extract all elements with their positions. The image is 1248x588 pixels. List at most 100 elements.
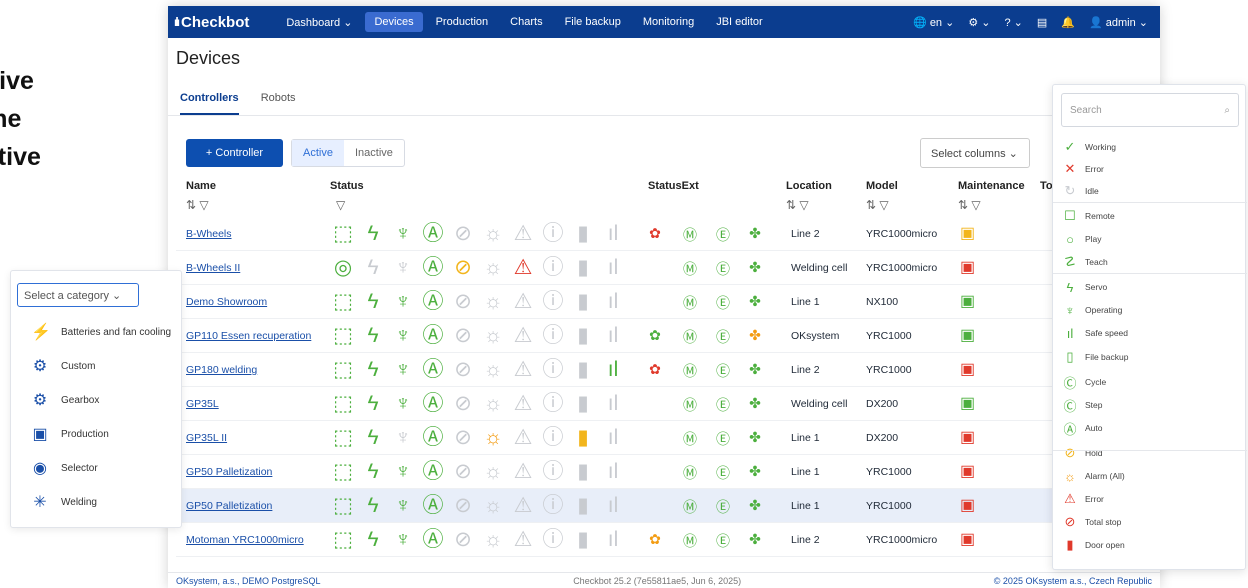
device-name-link[interactable]: GP110 Essen recuperation: [186, 330, 311, 342]
device-name-link[interactable]: Motoman YRC1000micro: [186, 534, 304, 546]
table-row[interactable]: Motoman YRC1000micro ⬚ ϟ ♆ Ⓐ ⊘ ☼ ⚠ ⓘ ▮ ıl ✿ Ⓜ Ⓔ ✤ Line …: [176, 523, 1052, 557]
status-option[interactable]: ○ Play: [1063, 228, 1101, 250]
status-option[interactable]: ⊘ Total stop: [1063, 511, 1122, 533]
device-name-link[interactable]: GP50 Palletization: [186, 500, 272, 512]
maintenance-icon[interactable]: ▣: [960, 427, 975, 447]
table-row[interactable]: GP180 welding ⬚ ϟ ♆ Ⓐ ⊘ ☼ ⚠ ⓘ ▮ ıl ✿ Ⓜ Ⓔ ✤ Line 2 YRC100…: [176, 353, 1052, 387]
maintenance-icon[interactable]: ▣: [960, 257, 975, 277]
column-statusext[interactable]: StatusExt: [648, 180, 699, 192]
mode-m-icon: Ⓜ: [683, 227, 697, 243]
select-columns-dropdown[interactable]: Select columns ⌄: [920, 138, 1030, 168]
category-item-custom[interactable]: ⚙ Custom: [17, 349, 183, 383]
nav-monitoring[interactable]: Monitoring: [634, 12, 703, 32]
docs-icon[interactable]: ▤: [1037, 16, 1047, 29]
gearbox-status-icon: ✿: [649, 327, 661, 343]
hold-icon: ⊘: [454, 392, 472, 415]
inactive-toggle[interactable]: Inactive: [344, 140, 404, 166]
device-model: YRC1000: [866, 500, 912, 512]
tab-controllers[interactable]: Controllers: [180, 88, 239, 115]
status-option-label: Step: [1085, 400, 1103, 410]
footer-left[interactable]: OKsystem, a.s., DEMO PostgreSQL: [176, 576, 321, 586]
bell-icon[interactable]: 🔔: [1061, 16, 1075, 29]
user-menu[interactable]: 👤 admin ⌄: [1089, 16, 1148, 29]
language-selector[interactable]: 🌐 en ⌄: [913, 16, 954, 29]
maintenance-icon[interactable]: ▣: [960, 325, 975, 345]
table-row[interactable]: GP35L ⬚ ϟ ♆ Ⓐ ⊘ ☼ ⚠ ⓘ ▮ ıl Ⓜ Ⓔ ✤ Welding cell DX200 ▣: [176, 387, 1052, 421]
column-to[interactable]: To: [1040, 180, 1053, 192]
nav-file-backup[interactable]: File backup: [556, 12, 630, 32]
tab-robots[interactable]: Robots: [261, 88, 296, 115]
device-name-link[interactable]: GP180 welding: [186, 364, 257, 376]
status-option[interactable]: ☐ Remote: [1063, 205, 1115, 227]
status-option[interactable]: ☼ Alarm (All): [1063, 465, 1125, 487]
status-option[interactable]: ▯ File backup: [1063, 346, 1128, 368]
active-toggle[interactable]: Active: [292, 140, 344, 166]
sort-filter-icon[interactable]: ⇅ ▽: [186, 198, 209, 212]
nav-devices[interactable]: Devices: [365, 12, 423, 32]
status-option[interactable]: ⚠ Error: [1063, 488, 1104, 510]
maintenance-icon[interactable]: ▣: [960, 291, 975, 311]
category-item-production[interactable]: ▣ Production: [17, 417, 183, 451]
table-row[interactable]: GP35L II ⬚ ϟ ♆ Ⓐ ⊘ ☼ ⚠ ⓘ ▮ ıl Ⓜ Ⓔ ✤ Line 1 DX200 ▣: [176, 421, 1052, 455]
status-option[interactable]: ▮ Door open: [1063, 534, 1124, 556]
alarm-icon: ☼: [1064, 468, 1076, 484]
device-name-link[interactable]: GP35L II: [186, 432, 227, 444]
device-name-link[interactable]: B-Wheels: [186, 228, 232, 240]
status-option[interactable]: ⊘ Hold: [1063, 442, 1103, 464]
nav-dashboard[interactable]: Dashboard ⌄: [277, 12, 361, 33]
operating-icon: ♆: [1065, 302, 1075, 318]
category-item-selector[interactable]: ◉ Selector: [17, 451, 183, 485]
settings-icon[interactable]: ⚙ ⌄: [968, 16, 990, 29]
table-row[interactable]: B-Wheels ⬚ ϟ ♆ Ⓐ ⊘ ☼ ⚠ ⓘ ▮ ıl ✿ Ⓜ Ⓔ ✤ Line 2 YRC1000micr…: [176, 217, 1052, 251]
status-option[interactable]: Ⓐ Auto: [1063, 417, 1102, 439]
device-name-link[interactable]: Demo Showroom: [186, 296, 267, 308]
column-location[interactable]: Location: [786, 180, 832, 192]
status-option[interactable]: ıl Safe speed: [1063, 322, 1128, 344]
category-select[interactable]: Select a category ⌄: [17, 283, 139, 307]
status-option[interactable]: Ⓒ Cycle: [1063, 371, 1106, 393]
column-name[interactable]: Name: [186, 180, 216, 192]
sort-filter-icon[interactable]: ⇅ ▽: [958, 198, 981, 212]
status-option[interactable]: ✕ Error: [1063, 158, 1104, 180]
table-row[interactable]: B-Wheels II ◎ ϟ ♆ Ⓐ ⊘ ☼ ⚠ ⓘ ▮ ıl Ⓜ Ⓔ ✤ Welding cell YRC…: [176, 251, 1052, 285]
nav-charts[interactable]: Charts: [501, 12, 551, 32]
nav-production[interactable]: Production: [427, 12, 498, 32]
table-row[interactable]: GP50 Palletization ⬚ ϟ ♆ Ⓐ ⊘ ☼ ⚠ ⓘ ▮ ıl Ⓜ Ⓔ ✤ Line 1 YR…: [176, 489, 1052, 523]
table-row[interactable]: GP50 Palletization ⬚ ϟ ♆ Ⓐ ⊘ ☼ ⚠ ⓘ ▮ ıl Ⓜ Ⓔ ✤ Line 1 YR…: [176, 455, 1052, 489]
column-model[interactable]: Model: [866, 180, 898, 192]
column-maintenance[interactable]: Maintenance: [958, 180, 1025, 192]
status-option[interactable]: ☡ Teach: [1063, 251, 1108, 273]
status-option[interactable]: ✓ Working: [1063, 136, 1116, 158]
maintenance-icon[interactable]: ▣: [960, 393, 975, 413]
status-search-input[interactable]: Search ⌕: [1061, 93, 1239, 127]
fan-icon: ✤: [749, 429, 761, 445]
sort-filter-icon[interactable]: ⇅ ▽: [786, 198, 809, 212]
nav-jbi-editor[interactable]: JBI editor: [707, 12, 771, 32]
maintenance-icon[interactable]: ▣: [960, 359, 975, 379]
category-item-batteries[interactable]: ⚡ Batteries and fan cooling: [17, 315, 183, 349]
maintenance-icon[interactable]: ▣: [960, 495, 975, 515]
status-option[interactable]: Ⓒ Step: [1063, 394, 1103, 416]
device-name-link[interactable]: GP50 Palletization: [186, 466, 272, 478]
maintenance-icon[interactable]: ▣: [960, 461, 975, 481]
table-row[interactable]: Demo Showroom ⬚ ϟ ♆ Ⓐ ⊘ ☼ ⚠ ⓘ ▮ ıl Ⓜ Ⓔ ✤ Line 1 NX100 ▣: [176, 285, 1052, 319]
table-row[interactable]: GP110 Essen recuperation ⬚ ϟ ♆ Ⓐ ⊘ ☼ ⚠ ⓘ ▮ ıl ✿ Ⓜ Ⓔ ✤ O…: [176, 319, 1052, 353]
status-option[interactable]: ↻ Idle: [1063, 180, 1099, 202]
servo-icon: ♆: [395, 460, 411, 483]
category-item-gearbox[interactable]: ⚙ Gearbox: [17, 383, 183, 417]
column-status[interactable]: Status: [330, 180, 364, 192]
maintenance-icon[interactable]: ▣: [960, 223, 975, 243]
category-item-welding[interactable]: ✳ Welding: [17, 485, 183, 519]
logo[interactable]: ılı Checkbot: [174, 14, 249, 31]
device-name-link[interactable]: B-Wheels II: [186, 262, 240, 274]
help-icon[interactable]: ? ⌄: [1004, 16, 1022, 29]
status-option[interactable]: ♆ Operating: [1063, 299, 1122, 321]
add-controller-button[interactable]: + Controller: [186, 139, 283, 167]
footer-copyright[interactable]: © 2025 OKsystem a.s., Czech Republic: [994, 576, 1152, 586]
sort-filter-icon[interactable]: ⇅ ▽: [866, 198, 889, 212]
status-option[interactable]: ϟ Servo: [1063, 276, 1108, 298]
maintenance-icon[interactable]: ▣: [960, 529, 975, 549]
filter-icon[interactable]: ▽: [336, 198, 345, 212]
device-name-link[interactable]: GP35L: [186, 398, 219, 410]
door-icon: ▮: [577, 222, 589, 245]
